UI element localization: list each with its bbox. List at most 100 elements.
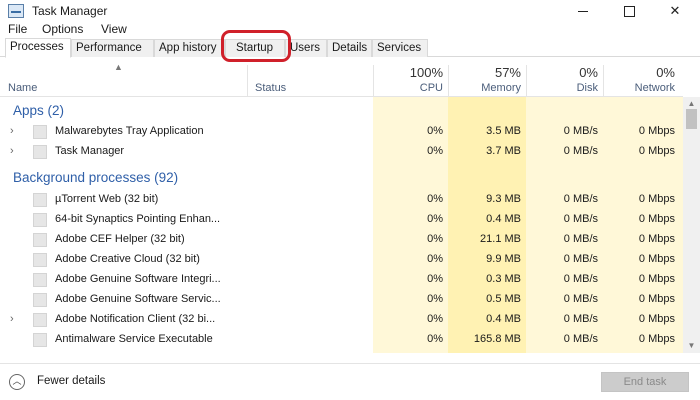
cpu-label: CPU	[419, 82, 443, 94]
disk-value: 0 MB/s	[563, 313, 598, 325]
process-icon	[33, 125, 47, 139]
menu-bar: File Options View	[0, 22, 700, 38]
sort-up-icon[interactable]: ▲	[114, 62, 123, 72]
process-row[interactable]: › Malwarebytes Tray Application 0% 3.5 M…	[0, 122, 683, 142]
memory-value: 9.3 MB	[486, 193, 521, 205]
group-heading-background: Background processes (92)	[13, 170, 179, 185]
menu-view[interactable]: View	[101, 22, 127, 36]
disk-value: 0 MB/s	[563, 253, 598, 265]
tab-app-history[interactable]: App history	[154, 39, 225, 57]
memory-value: 0.4 MB	[486, 213, 521, 225]
cpu-value: 0%	[427, 253, 443, 265]
memory-value: 21.1 MB	[480, 233, 521, 245]
network-value: 0 Mbps	[638, 253, 675, 265]
network-value: 0 Mbps	[638, 233, 675, 245]
disk-value: 0 MB/s	[563, 145, 598, 157]
maximize-icon[interactable]	[606, 0, 652, 22]
cpu-total: 100%	[409, 65, 443, 80]
window-title: Task Manager	[32, 4, 108, 18]
chevron-right-icon[interactable]: ›	[10, 145, 14, 157]
process-icon	[33, 193, 47, 207]
column-name[interactable]: Name	[8, 82, 37, 94]
cpu-value: 0%	[427, 193, 443, 205]
disk-value: 0 MB/s	[563, 193, 598, 205]
process-name: Adobe Genuine Software Integri...	[55, 273, 221, 285]
tab-users[interactable]: Users	[285, 39, 327, 57]
column-cpu[interactable]: 100% CPU	[373, 65, 443, 94]
disk-label: Disk	[576, 82, 598, 94]
menu-file[interactable]: File	[8, 22, 27, 36]
column-memory[interactable]: 57% Memory	[448, 65, 521, 94]
cpu-value: 0%	[427, 333, 443, 345]
network-value: 0 Mbps	[638, 293, 675, 305]
memory-value: 165.8 MB	[473, 333, 521, 345]
tab-performance[interactable]: Performance	[71, 39, 154, 57]
scroll-down-icon[interactable]: ▼	[683, 339, 700, 353]
memory-value: 0.3 MB	[486, 273, 521, 285]
memory-total: 57%	[494, 65, 521, 80]
memory-value: 9.9 MB	[486, 253, 521, 265]
process-icon	[33, 253, 47, 267]
network-value: 0 Mbps	[638, 313, 675, 325]
cpu-value: 0%	[427, 125, 443, 137]
process-row[interactable]: Adobe CEF Helper (32 bit) 0% 21.1 MB 0 M…	[0, 230, 683, 250]
process-row[interactable]: µTorrent Web (32 bit) 0% 9.3 MB 0 MB/s 0…	[0, 190, 683, 210]
process-row[interactable]: Antimalware Service Executable 0% 165.8 …	[0, 330, 683, 350]
process-icon	[33, 233, 47, 247]
network-value: 0 Mbps	[638, 213, 675, 225]
memory-value: 3.5 MB	[486, 125, 521, 137]
process-row[interactable]: › Task Manager 0% 3.7 MB 0 MB/s 0 Mbps	[0, 142, 683, 162]
process-icon	[33, 213, 47, 227]
process-row[interactable]: Adobe Genuine Software Servic... 0% 0.5 …	[0, 290, 683, 310]
process-row[interactable]: Adobe Creative Cloud (32 bit) 0% 9.9 MB …	[0, 250, 683, 270]
group-heading-apps: Apps (2)	[13, 103, 65, 118]
column-divider	[247, 65, 248, 97]
process-row[interactable]: › Adobe Notification Client (32 bi... 0%…	[0, 310, 683, 330]
process-name: Adobe Creative Cloud (32 bit)	[55, 253, 200, 265]
process-name: Task Manager	[55, 145, 125, 157]
network-value: 0 Mbps	[638, 125, 675, 137]
process-icon	[33, 145, 47, 159]
memory-value: 3.7 MB	[486, 145, 521, 157]
menu-options[interactable]: Options	[42, 22, 83, 36]
tab-details[interactable]: Details	[327, 39, 372, 57]
memory-label: Memory	[481, 82, 521, 94]
chevron-up-icon[interactable]: ︿	[9, 374, 25, 390]
tab-processes[interactable]: Processes	[5, 38, 71, 58]
column-disk[interactable]: 0% Disk	[526, 65, 598, 94]
close-icon[interactable]: ✕	[652, 0, 698, 22]
cpu-value: 0%	[427, 273, 443, 285]
column-status[interactable]: Status	[255, 82, 286, 94]
cpu-value: 0%	[427, 213, 443, 225]
process-row[interactable]: Adobe Genuine Software Integri... 0% 0.3…	[0, 270, 683, 290]
memory-value: 0.4 MB	[486, 313, 521, 325]
task-manager-icon	[8, 4, 24, 18]
vertical-scrollbar[interactable]: ▲ ▼	[683, 97, 700, 353]
process-icon	[33, 273, 47, 287]
disk-value: 0 MB/s	[563, 293, 598, 305]
cpu-value: 0%	[427, 145, 443, 157]
scroll-thumb[interactable]	[686, 109, 697, 129]
chevron-right-icon[interactable]: ›	[10, 125, 14, 137]
process-icon	[33, 293, 47, 307]
network-label: Network	[634, 82, 675, 94]
disk-value: 0 MB/s	[563, 273, 598, 285]
process-name: Adobe Genuine Software Servic...	[55, 293, 221, 305]
network-value: 0 Mbps	[638, 333, 675, 345]
end-task-button[interactable]: End task	[601, 372, 689, 392]
network-value: 0 Mbps	[638, 145, 675, 157]
process-name: Adobe Notification Client (32 bi...	[55, 313, 216, 325]
process-name: Antimalware Service Executable	[55, 333, 213, 345]
network-value: 0 Mbps	[638, 193, 675, 205]
memory-value: 0.5 MB	[486, 293, 521, 305]
tab-services[interactable]: Services	[372, 39, 428, 57]
process-name: µTorrent Web (32 bit)	[55, 193, 159, 205]
minimize-icon[interactable]	[560, 0, 606, 22]
process-row[interactable]: 64-bit Synaptics Pointing Enhan... 0% 0.…	[0, 210, 683, 230]
process-name: 64-bit Synaptics Pointing Enhan...	[55, 213, 221, 225]
cpu-value: 0%	[427, 233, 443, 245]
column-network[interactable]: 0% Network	[603, 65, 675, 94]
chevron-right-icon[interactable]: ›	[10, 313, 14, 325]
fewer-details-link[interactable]: Fewer details	[37, 375, 105, 387]
tab-bar: Processes Performance App history Startu…	[0, 38, 700, 58]
